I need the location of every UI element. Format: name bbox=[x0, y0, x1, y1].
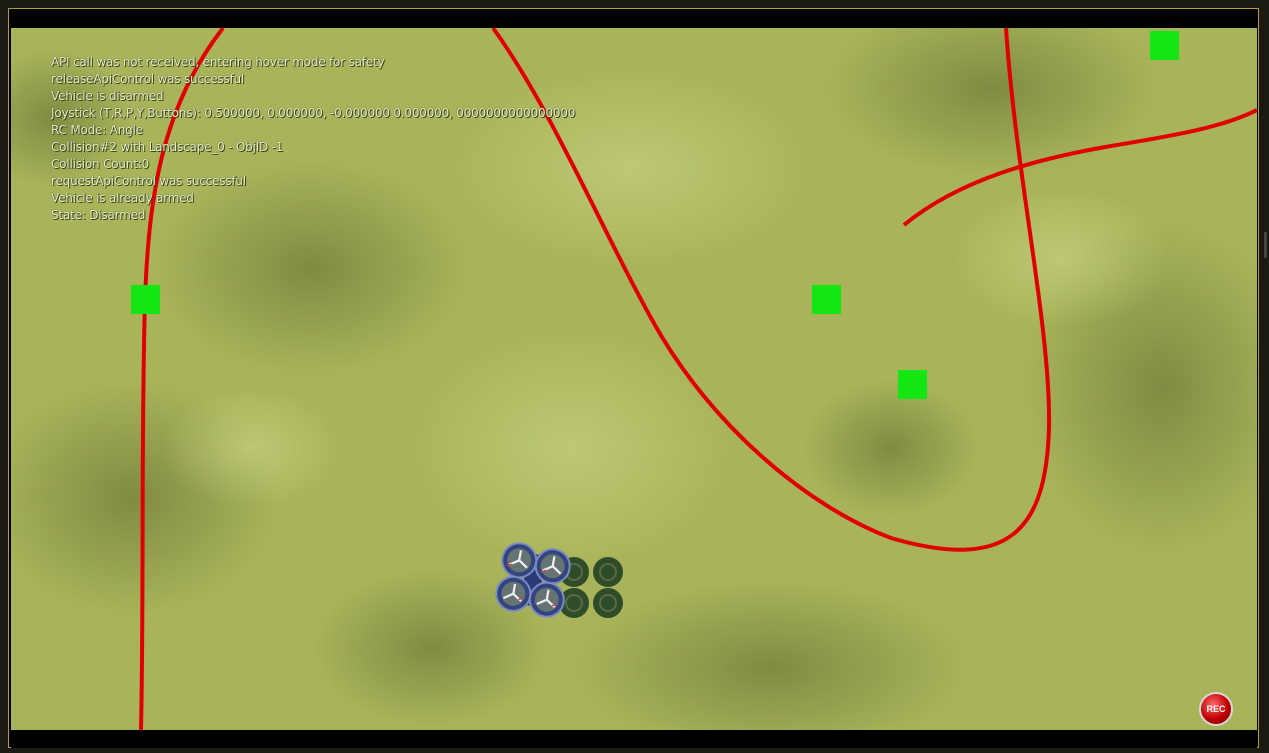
log-line: requestApiControl was successful bbox=[51, 174, 246, 188]
record-button[interactable]: REC bbox=[1199, 692, 1233, 726]
log-line: Vehicle is already armed bbox=[51, 191, 194, 205]
debug-log: API call was not received, entering hove… bbox=[51, 54, 575, 224]
log-line: Collision#2 with Landscape_0 - ObjID -1 bbox=[51, 140, 284, 154]
log-line: Vehicle is disarmed bbox=[51, 89, 164, 103]
log-line: State: Disarmed bbox=[51, 208, 146, 222]
log-line: API call was not received, entering hove… bbox=[51, 55, 385, 69]
simulation-viewport[interactable]: API call was not received, entering hove… bbox=[11, 28, 1257, 730]
log-line: RC Mode: Angle bbox=[51, 123, 143, 137]
log-line: Joystick (T,R,P,Y,Buttons): 0.500000, 0.… bbox=[51, 106, 576, 120]
quadcopter-icon bbox=[495, 542, 571, 618]
waypoint-marker bbox=[898, 370, 927, 399]
record-label: REC bbox=[1206, 704, 1226, 714]
log-line: releaseApiControl was successful bbox=[51, 72, 245, 86]
log-line: Collision Count:0 bbox=[51, 157, 149, 171]
waypoint-marker bbox=[1150, 31, 1179, 60]
waypoint-marker bbox=[131, 285, 160, 314]
top-bar bbox=[11, 11, 1257, 28]
bottom-bar bbox=[11, 730, 1257, 748]
waypoint-marker bbox=[812, 285, 841, 314]
window-edge-handle bbox=[1264, 232, 1267, 258]
